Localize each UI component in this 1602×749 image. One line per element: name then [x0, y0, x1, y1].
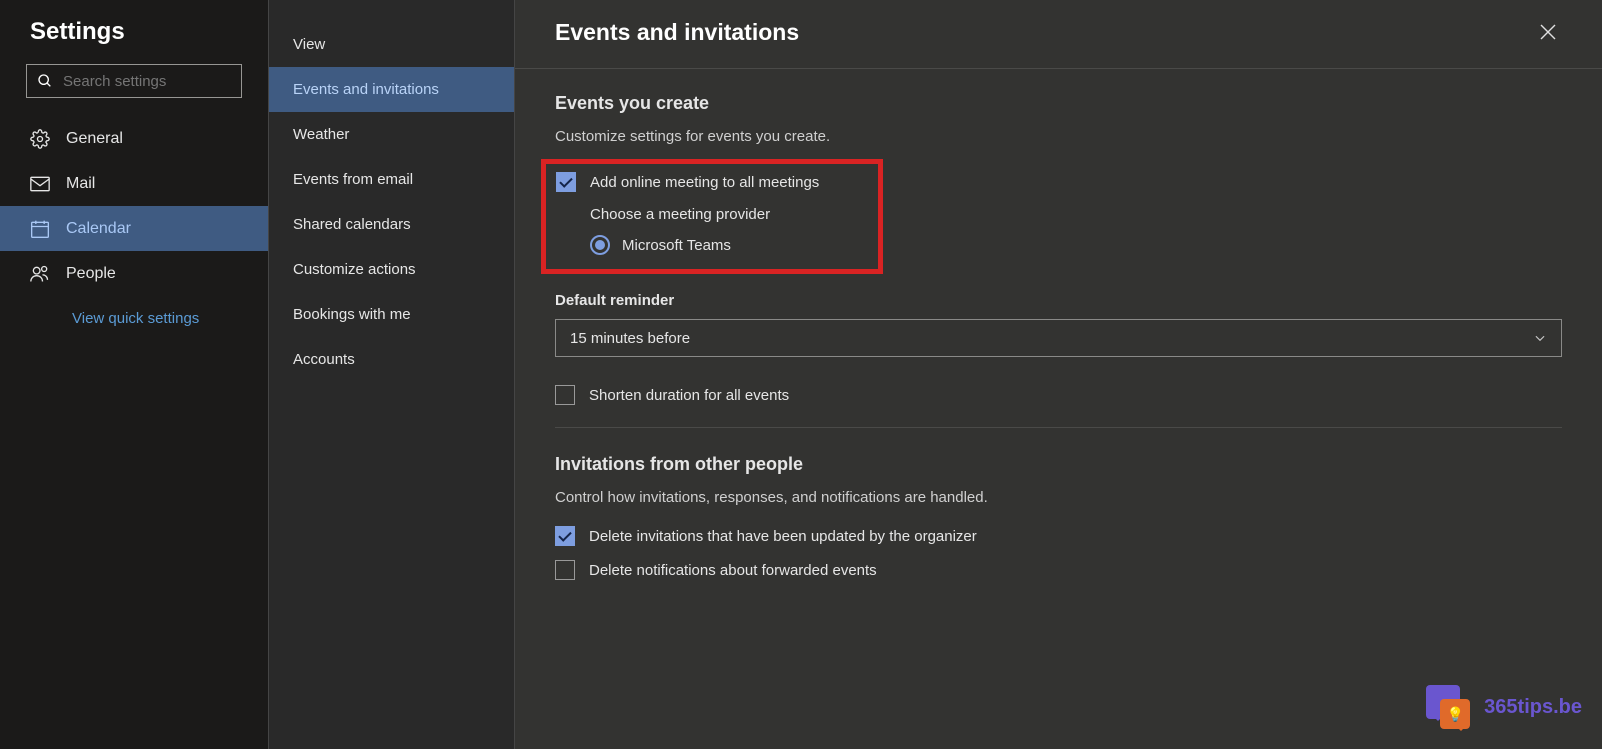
checkbox-online-meeting[interactable]: Add online meeting to all meetings [556, 172, 878, 192]
nav-label: General [66, 130, 123, 148]
calendar-subnav: View Events and invitations Weather Even… [268, 0, 515, 749]
provider-label: Choose a meeting provider [590, 206, 878, 223]
highlight-annotation: Add online meeting to all meetings Choos… [541, 159, 883, 274]
nav-label: Calendar [66, 220, 131, 238]
checkbox-icon [556, 172, 576, 192]
search-input[interactable] [63, 73, 231, 90]
section-events-create-title: Events you create [555, 93, 1562, 114]
calendar-icon [30, 219, 50, 239]
nav-mail[interactable]: Mail [0, 161, 268, 206]
checkbox-delete-forwarded[interactable]: Delete notifications about forwarded eve… [555, 560, 1562, 580]
checkbox-label: Delete notifications about forwarded eve… [589, 562, 877, 579]
checkbox-delete-updated[interactable]: Delete invitations that have been update… [555, 526, 1562, 546]
subnav-view[interactable]: View [269, 22, 514, 67]
nav-people[interactable]: People [0, 251, 268, 296]
checkbox-icon [555, 560, 575, 580]
search-settings-field[interactable] [26, 64, 242, 98]
settings-content: Events and invitations Events you create… [515, 0, 1602, 749]
nav-general[interactable]: General [0, 116, 268, 161]
default-reminder-select[interactable]: 15 minutes before [555, 319, 1562, 357]
content-header: Events and invitations [515, 0, 1602, 69]
checkbox-label: Shorten duration for all events [589, 387, 789, 404]
watermark-text: 365tips.be [1484, 696, 1582, 719]
provider-group: Choose a meeting provider Microsoft Team… [556, 206, 878, 255]
section-separator [555, 427, 1562, 428]
checkbox-icon [555, 385, 575, 405]
radio-icon [590, 235, 610, 255]
radio-microsoft-teams[interactable]: Microsoft Teams [590, 235, 878, 255]
checkbox-label: Add online meeting to all meetings [590, 174, 819, 191]
nav-calendar[interactable]: Calendar [0, 206, 268, 251]
select-value: 15 minutes before [570, 330, 690, 347]
settings-title: Settings [0, 18, 268, 64]
mail-icon [30, 176, 50, 192]
section-events-create-sub: Customize settings for events you create… [555, 128, 1562, 145]
subnav-shared-calendars[interactable]: Shared calendars [269, 202, 514, 247]
checkbox-icon [555, 526, 575, 546]
nav-label: Mail [66, 175, 95, 193]
default-reminder-label: Default reminder [555, 292, 1562, 309]
section-invitations-title: Invitations from other people [555, 454, 1562, 475]
chevron-down-icon [1533, 331, 1547, 345]
section-invitations-sub: Control how invitations, responses, and … [555, 489, 1562, 506]
logo-icon: 💡 [1426, 685, 1470, 729]
subnav-events-from-email[interactable]: Events from email [269, 157, 514, 202]
checkbox-label: Delete invitations that have been update… [589, 528, 977, 545]
page-title: Events and invitations [555, 19, 799, 46]
settings-sidebar: Settings General Mail Calendar [0, 0, 268, 749]
search-icon [37, 73, 53, 89]
watermark-logo: 💡 365tips.be [1426, 685, 1582, 729]
radio-label: Microsoft Teams [622, 237, 731, 254]
bulb-icon: 💡 [1446, 706, 1463, 723]
subnav-accounts[interactable]: Accounts [269, 337, 514, 382]
people-icon [30, 264, 50, 284]
subnav-weather[interactable]: Weather [269, 112, 514, 157]
view-quick-settings-link[interactable]: View quick settings [0, 296, 268, 327]
checkbox-shorten-duration[interactable]: Shorten duration for all events [555, 385, 1562, 405]
subnav-customize-actions[interactable]: Customize actions [269, 247, 514, 292]
subnav-bookings[interactable]: Bookings with me [269, 292, 514, 337]
subnav-events-invitations[interactable]: Events and invitations [269, 67, 514, 112]
nav-label: People [66, 265, 116, 283]
gear-icon [30, 129, 50, 149]
settings-nav: General Mail Calendar People View quick … [0, 108, 268, 327]
close-button[interactable] [1534, 18, 1562, 46]
close-icon [1540, 24, 1556, 40]
